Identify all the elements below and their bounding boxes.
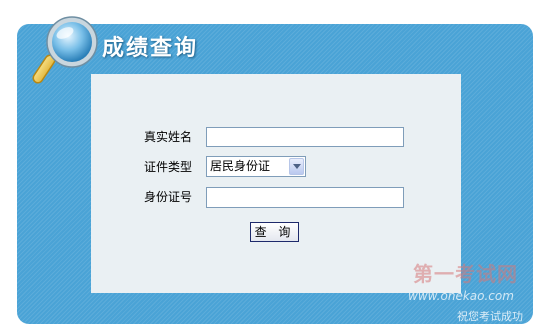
id-number-label: 身份证号 (143, 190, 192, 204)
id-type-select[interactable]: 居民身份证 (206, 156, 306, 177)
query-button[interactable]: 查 询 (250, 222, 299, 242)
name-label: 真实姓名 (143, 130, 192, 144)
id-type-label: 证件类型 (143, 160, 192, 174)
watermark-site-name: 第一考试网 (413, 262, 518, 286)
watermark-slogan: 祝您考试成功 (457, 310, 523, 323)
page-title: 成绩查询 (102, 36, 199, 61)
name-input[interactable] (206, 127, 404, 147)
id-number-input[interactable] (206, 187, 404, 208)
id-type-selected-value: 居民身份证 (210, 159, 271, 173)
form-area (91, 74, 461, 293)
watermark-url: www.onekao.com (408, 289, 514, 303)
dropdown-arrow-icon[interactable] (289, 158, 304, 175)
